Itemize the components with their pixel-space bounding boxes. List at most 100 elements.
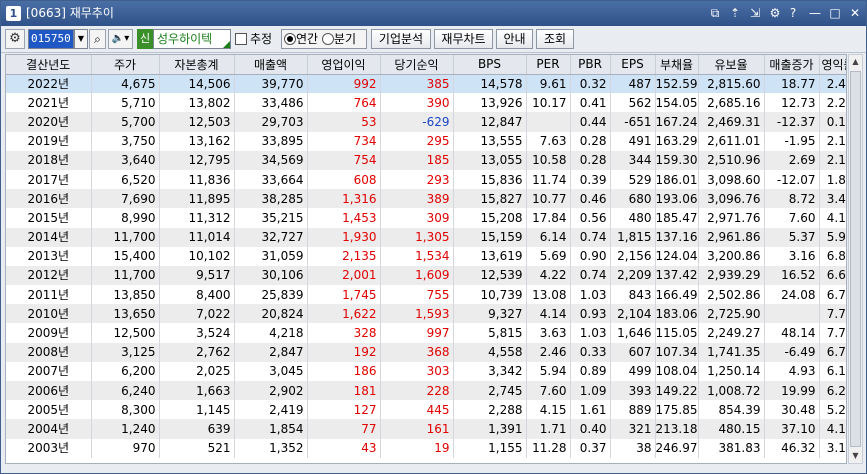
- company-name-text: 성우하이텍: [157, 32, 213, 46]
- table-cell: 14,578: [453, 74, 527, 94]
- table-row[interactable]: 2013년 15,400 10,102 31,059 2,135 1,534 13,619 5…: [6, 246, 846, 266]
- table-cell: 2.49: [819, 74, 846, 94]
- table-cell: 4,675: [91, 74, 160, 94]
- table-cell: 3,640: [91, 150, 160, 170]
- table-row[interactable]: 2012년 11,700 9,517 30,106 2,001 1,609 12,539 4.…: [6, 265, 846, 286]
- table-row[interactable]: 2015년 8,990 11,312 35,215 1,453 309 15,208 17.8…: [6, 208, 846, 228]
- financial-chart-button[interactable]: 재무차트: [434, 29, 493, 49]
- speaker-dropdown-icon[interactable]: 🔈▾: [108, 29, 133, 49]
- table-cell: 0.41: [570, 93, 611, 113]
- table-row[interactable]: 2019년 3,750 13,162 33,895 734 295 13,555 7.63 0.…: [6, 131, 846, 151]
- table-row[interactable]: 2017년 6,520 11,836 33,664 608 293 15,836 11.74 0…: [6, 169, 846, 190]
- table-cell: 175.85: [655, 400, 699, 420]
- table-cell: 2,725.90: [698, 304, 765, 324]
- table-row[interactable]: 2010년 13,650 7,022 20,824 1,622 1,593 9,327 4.1…: [6, 304, 846, 324]
- table-row[interactable]: 2014년 11,700 11,014 32,727 1,930 1,305 15,159 6…: [6, 227, 846, 247]
- table-row[interactable]: 2006년 6,240 1,663 2,902 181 228 2,745 7.60 1.09 3…: [6, 381, 846, 401]
- column-header[interactable]: 유보율: [698, 55, 765, 75]
- table-cell: 0.44: [570, 112, 611, 132]
- scroll-down-icon[interactable]: ▼: [849, 449, 862, 463]
- close-icon[interactable]: ✕: [847, 5, 863, 21]
- table-cell: 1,008.72: [698, 381, 765, 401]
- table-row[interactable]: 2003년 970 521 1,352 43 19 1,155 11.28 0.37 38 246.…: [6, 438, 846, 458]
- table-row[interactable]: 2022년 4,675 14,506 39,770 992 385 14,578 9.61 0.…: [6, 74, 846, 94]
- table-row[interactable]: 2016년 7,690 11,895 38,285 1,316 389 15,827 10.7…: [6, 189, 846, 209]
- table-cell: 1,391: [453, 419, 527, 439]
- column-header[interactable]: 매출증가: [764, 55, 820, 75]
- column-header[interactable]: PER: [526, 55, 571, 75]
- table-cell: 6.22: [819, 381, 846, 401]
- settings-icon[interactable]: ⚙: [767, 5, 783, 21]
- estimate-checkbox[interactable]: [235, 33, 247, 45]
- table-row[interactable]: 2009년 12,500 3,524 4,218 328 997 5,815 3.63 1.03…: [6, 323, 846, 343]
- table-cell: 2,288: [453, 400, 527, 420]
- search-icon[interactable]: ⌕: [89, 29, 106, 49]
- gear-icon[interactable]: ⚙: [5, 29, 25, 49]
- help-icon[interactable]: ?: [785, 5, 801, 21]
- table-row[interactable]: 2005년 8,300 1,145 2,419 127 445 2,288 4.15 1.61 8…: [6, 400, 846, 420]
- table-cell: 12,503: [159, 112, 235, 132]
- table-cell: 1,145: [159, 400, 235, 420]
- guide-button[interactable]: 안내: [496, 29, 533, 49]
- radio-quarter[interactable]: [321, 33, 334, 45]
- financial-table[interactable]: 결산년도 주가 자본총계 매출액 영업이익 당기순익 BPS PER PBR EPS 부채율 유보율 매…: [5, 54, 847, 464]
- title-bar: 1 [0663] 재무추이 ⧉ ⇡ ⇲ ⚙ ? — □ ✕: [1, 1, 866, 26]
- table-cell: 13,162: [159, 131, 235, 151]
- scroll-up-icon[interactable]: ▲: [849, 55, 862, 69]
- table-cell: 764: [307, 93, 381, 113]
- pin-top-icon[interactable]: ⇡: [727, 5, 743, 21]
- table-cell: 491: [610, 131, 656, 151]
- table-row[interactable]: 2020년 5,700 12,503 29,703 53 -629 12,847 0.44 -6…: [6, 112, 846, 132]
- table-cell: 4.13: [819, 208, 846, 228]
- column-header[interactable]: 결산년도: [6, 55, 92, 75]
- table-cell: 13,619: [453, 246, 527, 266]
- column-header[interactable]: 매출액: [234, 55, 308, 75]
- table-cell: 529: [610, 169, 656, 190]
- radio-annual[interactable]: [284, 33, 296, 45]
- table-cell: 2,847: [234, 342, 308, 362]
- scroll-thumb[interactable]: [850, 71, 861, 447]
- column-header[interactable]: 자본총계: [159, 55, 235, 75]
- table-row[interactable]: 2007년 6,200 2,025 3,045 186 303 3,342 5.94 0.89 4…: [6, 361, 846, 381]
- table-row[interactable]: 2008년 3,125 2,762 2,847 192 368 4,558 2.46 0.33 6…: [6, 342, 846, 362]
- company-analysis-button[interactable]: 기업분석: [371, 29, 431, 49]
- table-cell: 5,710: [91, 93, 160, 113]
- table-cell: 1,663: [159, 381, 235, 401]
- column-header[interactable]: BPS: [453, 55, 527, 75]
- table-cell: 1.61: [570, 400, 611, 420]
- column-header[interactable]: 부채율: [655, 55, 699, 75]
- table-row[interactable]: 2021년 5,710 13,802 33,486 764 390 13,926 10.17 0…: [6, 93, 846, 113]
- table-cell: 2.69: [764, 150, 820, 170]
- link-window-icon[interactable]: ⧉: [707, 5, 723, 21]
- table-cell: 1,622: [307, 304, 381, 324]
- table-row[interactable]: 2018년 3,640 12,795 34,569 754 185 13,055 10.58 0…: [6, 150, 846, 170]
- table-row[interactable]: 2011년 13,850 8,400 25,839 1,745 755 10,739 13.0…: [6, 285, 846, 305]
- table-header-row: 결산년도 주가 자본총계 매출액 영업이익 당기순익 BPS PER PBR EPS 부채율 유보율 매…: [6, 55, 846, 75]
- screen-save-icon[interactable]: ⇲: [747, 5, 763, 21]
- table-row[interactable]: 2004년 1,240 639 1,854 77 161 1,391 1.71 0.40 321 2…: [6, 419, 846, 439]
- company-name-field[interactable]: 성우하이텍: [153, 29, 231, 49]
- vertical-scrollbar[interactable]: ▲ ▼: [848, 54, 863, 464]
- table-cell: 2,104: [610, 304, 656, 324]
- column-header[interactable]: 영업이익: [307, 55, 381, 75]
- table-cell: 2.18: [819, 150, 846, 170]
- chevron-down-icon[interactable]: ▼: [74, 29, 88, 49]
- table-cell: 10,739: [453, 285, 527, 305]
- column-header[interactable]: PBR: [570, 55, 611, 75]
- table-cell: 2014년: [6, 227, 92, 247]
- table-cell: 2,249.27: [698, 323, 765, 343]
- column-header[interactable]: EPS: [610, 55, 656, 75]
- table-cell: 2021년: [6, 93, 92, 113]
- maximize-icon[interactable]: □: [827, 5, 843, 21]
- minimize-icon[interactable]: —: [807, 5, 823, 21]
- column-header[interactable]: 영익률: [819, 55, 846, 75]
- table-cell: 2,902: [234, 381, 308, 401]
- column-header[interactable]: 당기순익: [380, 55, 454, 75]
- radio-annual-label: 연간: [296, 32, 319, 46]
- table-cell: 480: [610, 208, 656, 228]
- column-header[interactable]: 주가: [91, 55, 160, 75]
- table-cell: 2,135: [307, 246, 381, 266]
- search-button[interactable]: 조회: [536, 29, 574, 49]
- table-cell: 843: [610, 285, 656, 305]
- stock-code-input[interactable]: 015750: [28, 29, 74, 49]
